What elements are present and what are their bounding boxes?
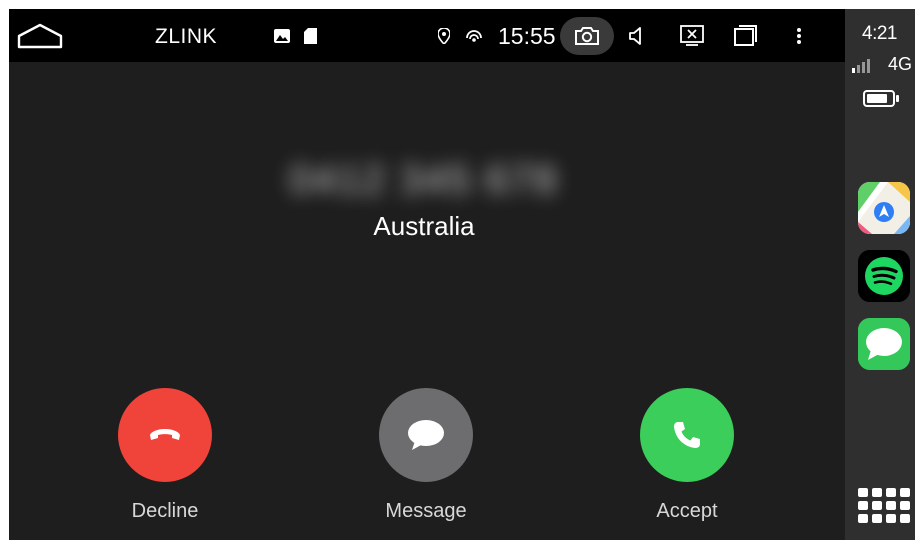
recent-apps-button[interactable]	[732, 23, 758, 49]
home-button[interactable]	[15, 21, 65, 51]
network-type: 4G	[888, 54, 913, 74]
close-screen-button[interactable]	[679, 23, 705, 49]
volume-button[interactable]	[626, 23, 648, 49]
battery-icon	[863, 90, 895, 107]
maps-app-icon	[858, 182, 910, 234]
accept-label: Accept	[656, 500, 718, 522]
more-vert-icon	[797, 28, 801, 44]
dock-clock: 4:21	[862, 23, 897, 44]
image-icon	[274, 23, 290, 49]
decline-button[interactable]	[118, 388, 212, 482]
signal-strength-icon	[852, 57, 870, 73]
app-grid-icon	[858, 487, 868, 497]
message-bubble-icon	[408, 420, 444, 450]
decline-label: Decline	[131, 500, 199, 522]
volume-icon	[629, 27, 641, 45]
camera-icon	[575, 27, 599, 45]
home-outline-icon	[17, 23, 63, 49]
messages-app-button[interactable]	[858, 318, 910, 370]
screen-close-icon	[680, 25, 704, 46]
carplay-screen: ZLINK 15:55 0412 345 678 Australia Decli…	[9, 9, 915, 540]
accept-button[interactable]	[640, 388, 734, 482]
phone-icon	[674, 422, 700, 448]
screenshot-button[interactable]	[560, 17, 614, 55]
location-pin-icon	[437, 23, 451, 49]
recent-apps-icon	[734, 25, 757, 46]
sd-card-icon	[303, 23, 317, 49]
status-bar: ZLINK 15:55	[9, 9, 845, 62]
app-grid-button[interactable]	[858, 487, 910, 523]
carplay-dock: 4:21 4G	[845, 9, 915, 540]
more-options-button[interactable]	[793, 23, 805, 49]
caller-location: Australia	[373, 211, 475, 241]
caller-number-obscured: 0412 345 678	[289, 158, 559, 202]
app-title: ZLINK	[155, 25, 218, 48]
status-clock: 15:55	[498, 23, 556, 49]
message-label: Message	[385, 500, 467, 522]
spotify-app-icon	[858, 250, 910, 302]
spotify-app-button[interactable]	[858, 250, 910, 302]
messages-app-icon	[858, 318, 910, 370]
phone-hangup-icon	[150, 429, 180, 440]
battery-tip	[896, 95, 899, 102]
wireless-icon	[465, 23, 483, 49]
message-button[interactable]	[379, 388, 473, 482]
maps-app-button[interactable]	[858, 182, 910, 234]
